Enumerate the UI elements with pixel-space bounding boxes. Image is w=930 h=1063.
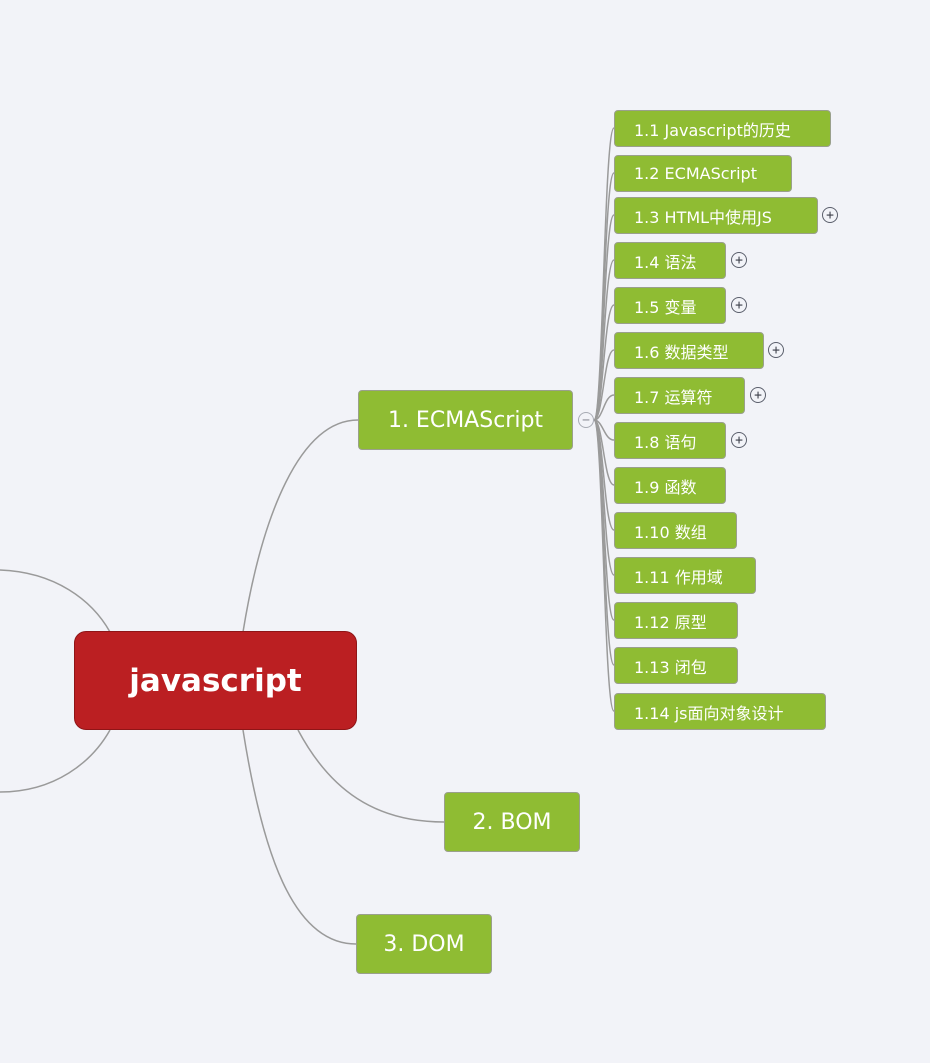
topic-1-5-variables[interactable]: 1.5 变量 — [614, 287, 726, 324]
connector-root-bom — [297, 729, 445, 823]
expand-1-6-button[interactable]: + — [768, 342, 784, 358]
topic-1-4-syntax[interactable]: 1.4 语法 — [614, 242, 726, 279]
topic-1-12-prototype[interactable]: 1.12 原型 — [614, 602, 738, 639]
topic-1-10-arrays[interactable]: 1.10 数组 — [614, 512, 737, 549]
branch-bom[interactable]: 2. BOM — [444, 792, 580, 852]
connector-offscreen-upper — [0, 569, 111, 633]
root-node-javascript[interactable]: javascript — [74, 631, 357, 730]
expand-1-8-button[interactable]: + — [731, 432, 747, 448]
topic-1-1-history[interactable]: 1.1 Javascript的历史 — [614, 110, 831, 147]
topic-1-11-scope[interactable]: 1.11 作用域 — [614, 557, 756, 594]
connector-root-dom — [242, 729, 357, 945]
branch-dom[interactable]: 3. DOM — [356, 914, 492, 974]
connector-ecmascript-child-14 — [593, 419, 615, 712]
expand-1-3-button[interactable]: + — [822, 207, 838, 223]
collapse-ecmascript-button[interactable]: − — [578, 412, 594, 428]
topic-1-14-oop-design[interactable]: 1.14 js面向对象设计 — [614, 693, 826, 730]
topic-1-6-data-types[interactable]: 1.6 数据类型 — [614, 332, 764, 369]
topic-1-2-ecmascript[interactable]: 1.2 ECMAScript — [614, 155, 792, 192]
topic-1-7-operators[interactable]: 1.7 运算符 — [614, 377, 745, 414]
expand-1-5-button[interactable]: + — [731, 297, 747, 313]
connector-offscreen-lower — [0, 729, 111, 793]
topic-1-13-closure[interactable]: 1.13 闭包 — [614, 647, 738, 684]
topic-1-8-statements[interactable]: 1.8 语句 — [614, 422, 726, 459]
branch-ecmascript[interactable]: 1. ECMAScript — [358, 390, 573, 450]
expand-1-7-button[interactable]: + — [750, 387, 766, 403]
expand-1-4-button[interactable]: + — [731, 252, 747, 268]
topic-1-3-html-js[interactable]: 1.3 HTML中使用JS — [614, 197, 818, 234]
topic-1-9-functions[interactable]: 1.9 函数 — [614, 467, 726, 504]
connector-root-ecmascript — [242, 419, 359, 633]
